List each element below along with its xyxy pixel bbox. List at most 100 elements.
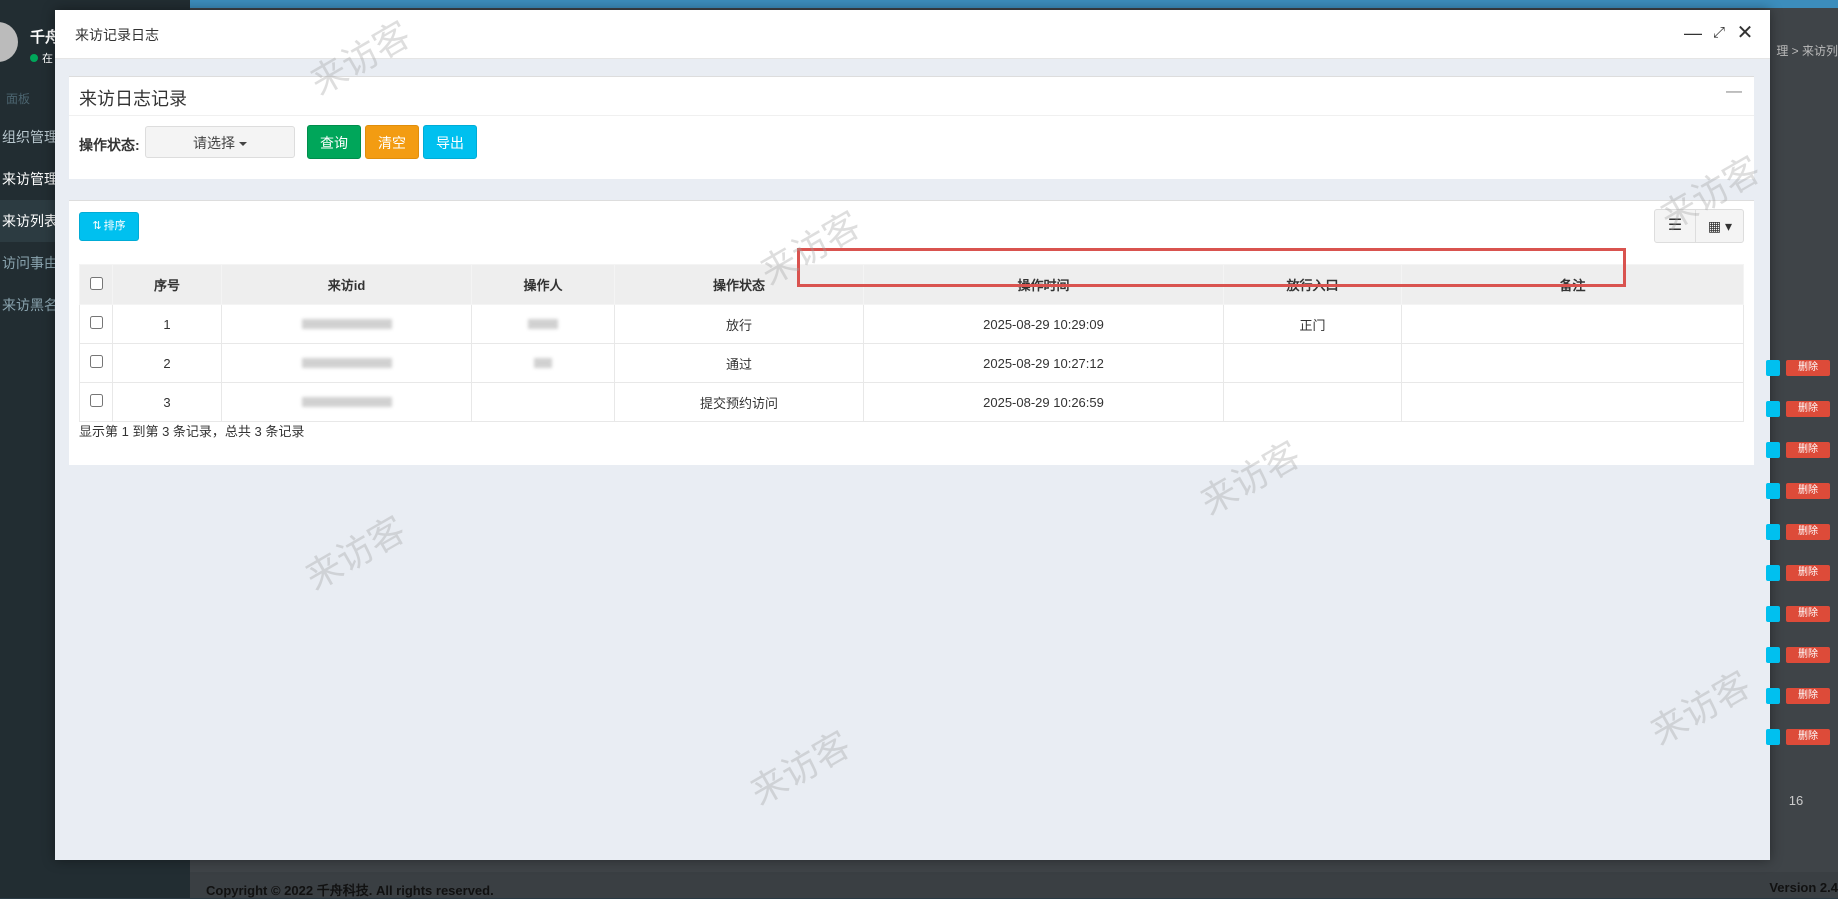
cell-status: 放行 [614,304,864,344]
sort-icon: ⇅ [92,220,102,232]
cell-time: 2025-08-29 10:29:09 [863,304,1224,344]
edit-button[interactable] [1766,442,1780,458]
cell-status: 通过 [614,343,864,383]
cell-note [1401,382,1744,422]
background-footer: Copyright © 2022 千舟科技. All rights reserv… [190,872,1838,898]
columns-grid-icon[interactable]: ▦ ▾ [1696,210,1744,242]
row-select-cell [79,343,113,383]
watermark: 来访客 [1643,663,1758,753]
search-panel: 来访日志记录 — 操作状态: 请选择 查询 清空 导出 [69,76,1754,179]
sort-button[interactable]: ⇅ 排序 [79,212,139,241]
table-row[interactable]: 2 通过 2025-08-29 10:27:12 [79,343,1744,383]
table-panel: ⇅排序 ☰ ▦ ▾ 序号 来访id 操作人 操作状态 操作时间 放行入口 备注 [69,200,1754,465]
edit-button[interactable] [1766,565,1780,581]
edit-button[interactable] [1766,483,1780,499]
cell-operator [471,304,615,344]
delete-button[interactable]: 删除 [1786,565,1830,581]
table-header-row: 序号 来访id 操作人 操作状态 操作时间 放行入口 备注 [79,264,1744,305]
search-panel-title: 来访日志记录 [79,89,187,109]
row-checkbox[interactable] [89,394,103,407]
col-visit-id[interactable]: 来访id [221,264,472,305]
edit-button[interactable] [1766,360,1780,376]
table-row[interactable]: 1 放行 2025-08-29 10:29:09 正门 [79,304,1744,344]
cell-time: 2025-08-29 10:27:12 [863,343,1224,383]
delete-button[interactable]: 删除 [1786,729,1830,745]
watermark: 来访客 [298,508,413,598]
query-button[interactable]: 查询 [307,125,361,159]
cell-index: 1 [112,304,222,344]
list-view-icon[interactable]: ☰ [1655,210,1696,242]
edit-button[interactable] [1766,729,1780,745]
cell-operator [471,382,615,422]
redacted-operator [534,357,552,368]
background-topbar [190,0,1838,8]
col-index[interactable]: 序号 [112,264,222,305]
cell-operator [471,343,615,383]
collapse-icon[interactable]: — [1726,83,1742,101]
col-time[interactable]: 操作时间 [863,264,1224,305]
online-status: 在 [30,50,53,66]
divider [69,115,1754,116]
footer-copyright: Copyright © 2022 千舟科技. All rights reserv… [206,883,494,898]
caret-down-icon [239,142,247,147]
edit-button[interactable] [1766,606,1780,622]
select-all-cell [79,264,113,305]
edit-button[interactable] [1766,647,1780,663]
footer-version: Version 2.4 [1769,880,1838,895]
cell-index: 3 [112,382,222,422]
clear-button[interactable]: 清空 [365,125,419,159]
cell-note [1401,343,1744,383]
delete-button[interactable]: 删除 [1786,442,1830,458]
col-operator[interactable]: 操作人 [471,264,615,305]
col-entrance[interactable]: 放行入口 [1223,264,1402,305]
select-all-checkbox[interactable] [89,276,103,290]
close-icon[interactable]: ✕ [1734,22,1756,44]
table-row[interactable]: 3 提交预约访问 2025-08-29 10:26:59 [79,382,1744,422]
delete-button[interactable]: 删除 [1786,647,1830,663]
status-select[interactable]: 请选择 [145,126,295,158]
modal-title: 来访记录日志 [75,27,159,43]
watermark: 来访客 [743,723,858,813]
status-label: 操作状态: [79,137,140,153]
redacted-operator [528,318,558,329]
delete-button[interactable]: 删除 [1786,524,1830,540]
cell-index: 2 [112,343,222,383]
redacted-id [301,357,392,368]
delete-button[interactable]: 删除 [1786,401,1830,417]
cell-entrance: 正门 [1223,304,1402,344]
row-select-cell [79,304,113,344]
maximize-icon[interactable]: ⤢ [1708,22,1730,44]
avatar [0,22,18,62]
cell-note [1401,304,1744,344]
delete-button[interactable]: 删除 [1786,606,1830,622]
cell-entrance [1223,382,1402,422]
cell-status: 提交预约访问 [614,382,864,422]
cell-time: 2025-08-29 10:26:59 [863,382,1224,422]
modal-header: 来访记录日志 — ⤢ ✕ [55,10,1770,59]
online-dot-icon [30,54,38,62]
export-button[interactable]: 导出 [423,125,477,159]
delete-button[interactable]: 删除 [1786,360,1830,376]
redacted-id [301,318,392,329]
cell-entrance [1223,343,1402,383]
minimize-icon[interactable]: — [1682,22,1704,44]
col-note[interactable]: 备注 [1401,264,1744,305]
edit-button[interactable] [1766,524,1780,540]
cell-visit-id [221,304,472,344]
col-status[interactable]: 操作状态 [614,264,864,305]
pagination-page-16[interactable]: 16 [1778,786,1814,816]
edit-button[interactable] [1766,401,1780,417]
pagination-info: 显示第 1 到第 3 条记录，总共 3 条记录 [79,424,305,439]
menu-header: 面板 [6,92,31,106]
row-checkbox[interactable] [89,316,103,329]
delete-button[interactable]: 删除 [1786,483,1830,499]
delete-button[interactable]: 删除 [1786,688,1830,704]
row-checkbox[interactable] [89,355,103,368]
table-toolbar: ☰ ▦ ▾ [1654,209,1744,243]
visit-log-modal: 来访记录日志 — ⤢ ✕ 来访日志记录 — 操作状态: 请选择 查询 清空 导出… [55,10,1770,860]
visit-log-table: 序号 来访id 操作人 操作状态 操作时间 放行入口 备注 1 放行 2025-… [79,264,1744,422]
row-select-cell [79,382,113,422]
edit-button[interactable] [1766,688,1780,704]
redacted-id [301,396,392,407]
cell-visit-id [221,343,472,383]
